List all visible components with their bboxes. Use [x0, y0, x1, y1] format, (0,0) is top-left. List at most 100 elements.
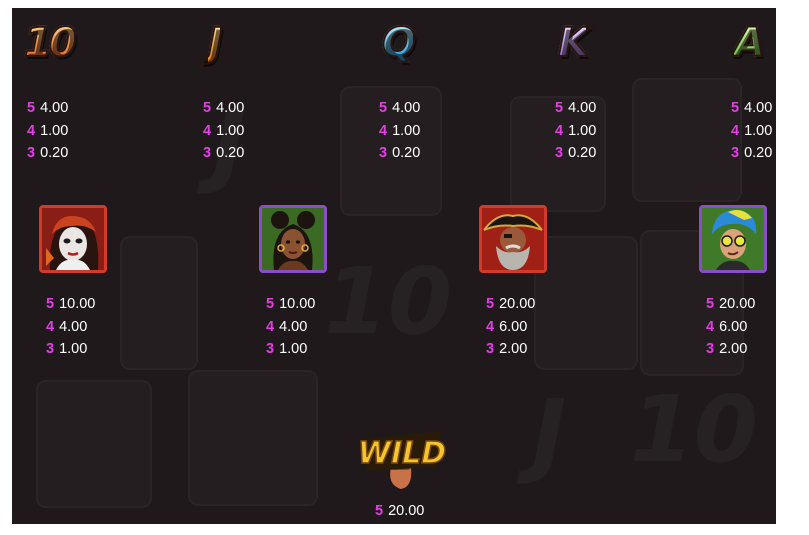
- payout-value: 1.00: [744, 122, 773, 139]
- match-count: 3: [706, 341, 715, 357]
- background-symbol: [36, 380, 152, 508]
- pay-row: 5 4.00: [731, 97, 772, 120]
- pay-row: 4 6.00: [486, 316, 535, 339]
- match-count: 3: [266, 341, 275, 357]
- pay-row: 3 1.00: [266, 338, 315, 361]
- braided-woman-portrait-icon: [259, 205, 327, 273]
- match-count: 5: [203, 100, 212, 116]
- background-glyph: 10: [630, 384, 758, 476]
- pay-row: 5 10.00: [266, 293, 315, 316]
- match-count: 5: [375, 503, 384, 519]
- pay-row: 3 0.20: [555, 142, 596, 165]
- pay-row: 3 2.00: [706, 338, 755, 361]
- match-count: 5: [27, 100, 36, 116]
- match-count: 4: [731, 122, 740, 139]
- paytable-wild: 5 20.00: [375, 500, 424, 523]
- pay-row: 3 0.20: [731, 142, 772, 165]
- match-count: 3: [46, 341, 55, 357]
- payout-value: 0.20: [216, 145, 245, 161]
- a-symbol-icon: A: [733, 20, 766, 66]
- paytable-a: 5 4.00 4 1.00 3 0.20: [731, 97, 772, 165]
- match-count: 5: [486, 296, 495, 312]
- payout-value: 6.00: [719, 318, 748, 335]
- payout-value: 0.20: [392, 145, 421, 161]
- payout-value: 1.00: [279, 341, 308, 357]
- match-count: 5: [379, 100, 388, 116]
- payout-value: 20.00: [388, 503, 425, 519]
- match-count: 4: [203, 122, 212, 139]
- pirate-portrait-icon: [479, 205, 547, 273]
- q-symbol-icon: Q: [381, 20, 417, 66]
- mime-woman-portrait-icon: [39, 205, 107, 273]
- match-count: 4: [555, 122, 564, 139]
- payout-value: 10.00: [59, 296, 96, 312]
- paytable-q: 5 4.00 4 1.00 3 0.20: [379, 97, 420, 165]
- paytable-panel: J 10 J 10 10 54.00 41.00 30.20 J 54.00 4…: [12, 8, 776, 524]
- match-count: 5: [46, 296, 55, 312]
- payout-value: 20.00: [719, 296, 756, 312]
- payout-value: 2.00: [719, 341, 748, 357]
- pay-row: 4 1.00: [379, 120, 420, 143]
- pay-row: 5 4.00: [379, 97, 420, 120]
- pay-row: 5 4.00: [555, 97, 596, 120]
- pay-row: 5 20.00: [706, 293, 755, 316]
- match-count: 4: [486, 318, 495, 335]
- pay-row: 4 6.00: [706, 316, 755, 339]
- payout-value: 20.00: [499, 296, 536, 312]
- match-count: 5: [266, 296, 275, 312]
- match-count: 3: [203, 145, 212, 161]
- payout-value: 0.20: [744, 145, 773, 161]
- punk-glasses-portrait-icon: [699, 205, 767, 273]
- pay-row: 3 0.20: [203, 142, 244, 165]
- pay-row: 5 10.00: [46, 293, 95, 316]
- payout-value: 4.00: [392, 100, 421, 116]
- payout-value: 0.20: [40, 145, 69, 161]
- match-count: 5: [731, 100, 740, 116]
- pay-row: 4 4.00: [266, 316, 315, 339]
- pay-row: 4 1.00: [555, 120, 596, 143]
- payout-value: 1.00: [216, 122, 245, 139]
- payout-value: 4.00: [568, 100, 597, 116]
- match-count: 5: [706, 296, 715, 312]
- pay-row: 4 1.00: [27, 120, 68, 143]
- payout-value: 2.00: [499, 341, 528, 357]
- pay-row: 3 0.20: [379, 142, 420, 165]
- payout-value: 4.00: [216, 100, 245, 116]
- background-symbol: [534, 236, 638, 370]
- k-symbol-icon: K: [557, 20, 590, 66]
- background-glyph: 10: [324, 256, 452, 348]
- payout-value: 4.00: [59, 318, 88, 335]
- paytable-punk-glasses: 5 20.00 4 6.00 3 2.00: [706, 293, 755, 361]
- payout-value: 1.00: [40, 122, 69, 139]
- pay-row: 4 1.00: [203, 120, 244, 143]
- match-count: 5: [555, 100, 564, 116]
- background-symbol: [632, 78, 742, 202]
- background-symbol: [120, 236, 198, 370]
- payout-value: 1.00: [392, 122, 421, 139]
- pay-row: 4 1.00: [731, 120, 772, 143]
- paytable-mime-woman: 5 10.00 4 4.00 3 1.00: [46, 293, 95, 361]
- payout-value: 1.00: [59, 341, 88, 357]
- pay-row: 3 0.20: [27, 142, 68, 165]
- pay-row: 3 1.00: [46, 338, 95, 361]
- payout-value: 10.00: [279, 296, 316, 312]
- pay-row: 5 4.00: [203, 97, 244, 120]
- pay-row: 5 20.00: [486, 293, 535, 316]
- payout-value: 0.20: [568, 145, 597, 161]
- match-count: 3: [27, 145, 36, 161]
- wild-label: WILD: [358, 436, 446, 471]
- pay-row: 5 20.00: [375, 500, 424, 523]
- match-count: 4: [706, 318, 715, 335]
- pay-row: 3 2.00: [486, 338, 535, 361]
- background-glyph: J: [532, 388, 566, 480]
- paytable-ten: 5 4.00 4 1.00 3 0.20: [27, 97, 68, 165]
- pay-row: 5 4.00: [27, 97, 68, 120]
- background-symbol: [188, 370, 318, 506]
- paytable-pirate: 5 20.00 4 6.00 3 2.00: [486, 293, 535, 361]
- payout-value: 1.00: [568, 122, 597, 139]
- pay-row: 4 4.00: [46, 316, 95, 339]
- ten-symbol-icon: 10: [23, 20, 78, 66]
- match-count: 3: [555, 145, 564, 161]
- paytable-braided-woman: 5 10.00 4 4.00 3 1.00: [266, 293, 315, 361]
- payout-value: 4.00: [744, 100, 773, 116]
